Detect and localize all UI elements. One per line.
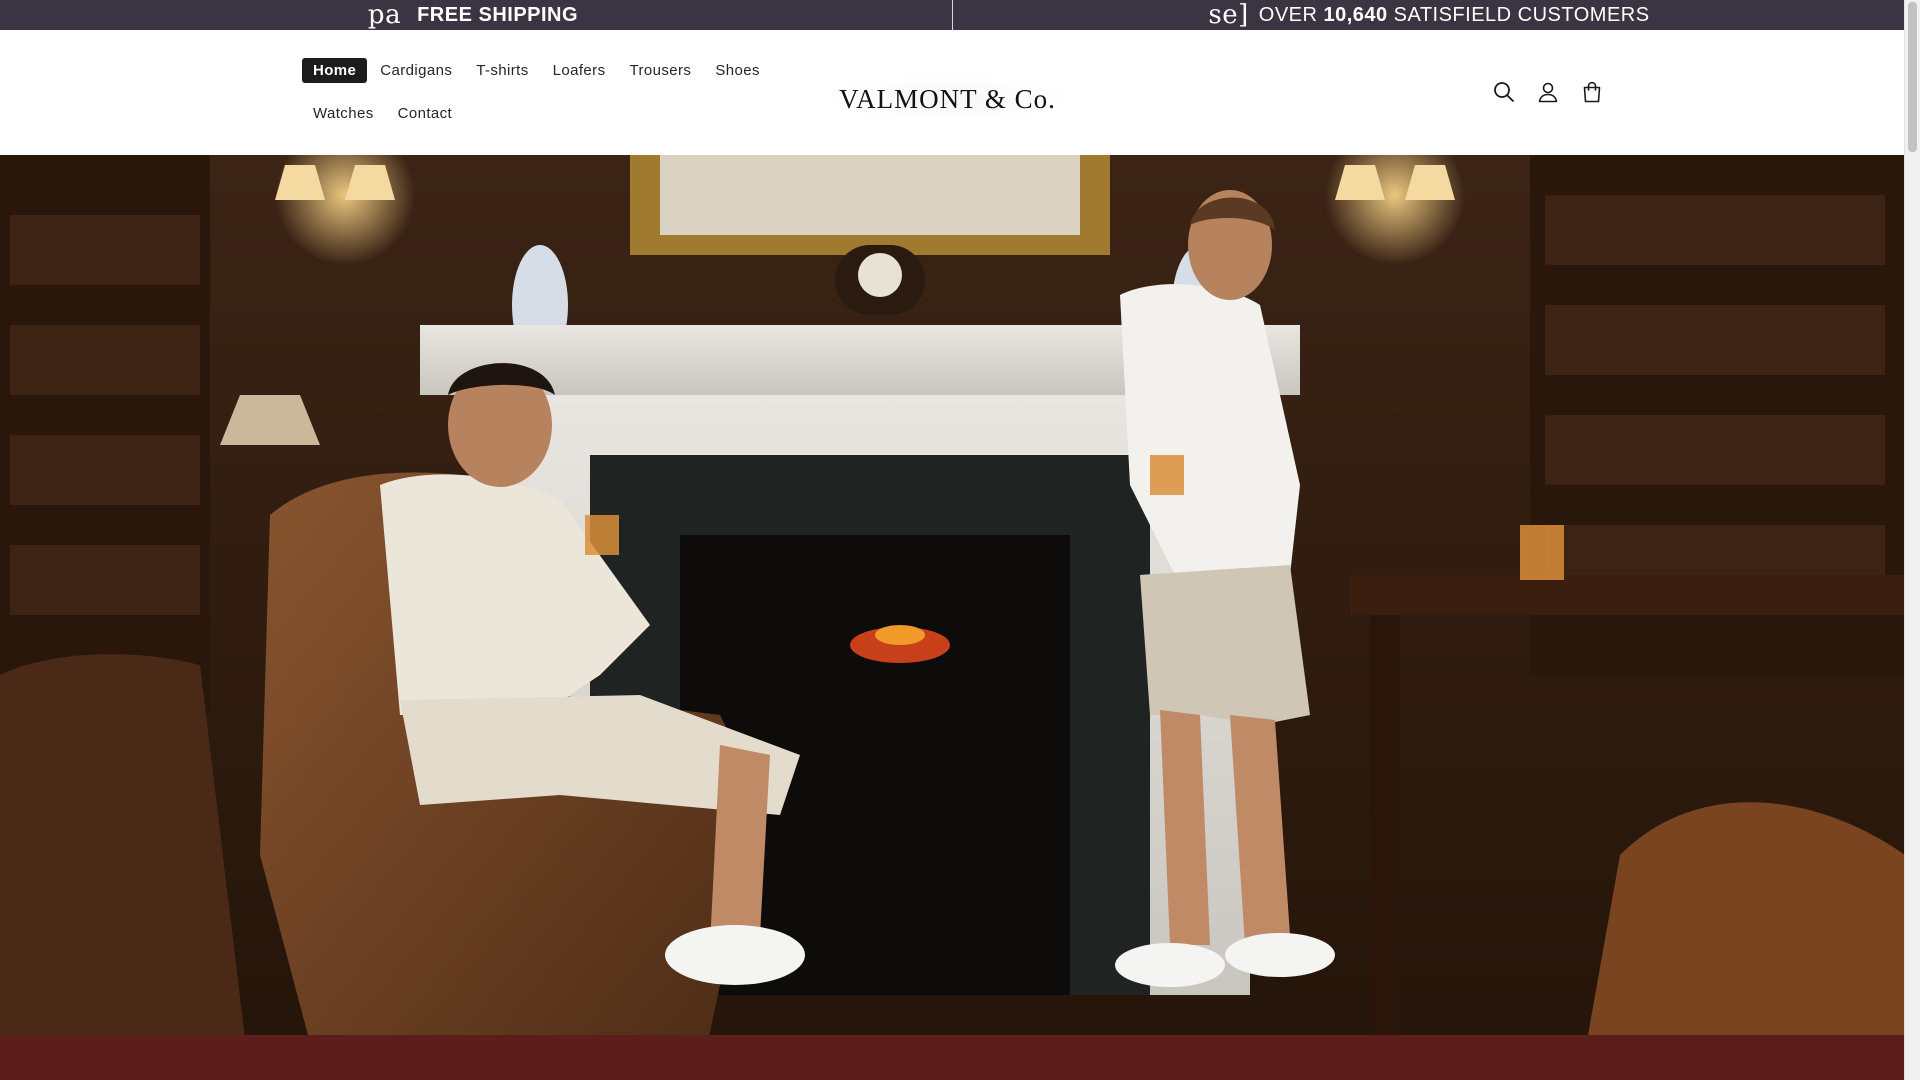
announcement-glyph: pa <box>367 0 402 30</box>
announcement-prefix: OVER <box>1258 3 1318 26</box>
announcement-free-shipping: pa FREE SHIPPING <box>0 0 952 30</box>
nav-item-contact[interactable]: Contact <box>387 101 464 126</box>
hero-illustration <box>0 155 1905 1080</box>
nav-item-loafers[interactable]: Loafers <box>542 58 617 83</box>
account-icon[interactable] <box>1534 78 1562 106</box>
announcement-text: FREE SHIPPING <box>417 3 579 26</box>
search-icon[interactable] <box>1490 78 1518 106</box>
scrollbar-thumb[interactable] <box>1908 2 1917 152</box>
hero-image <box>0 155 1905 1080</box>
cart-icon[interactable] <box>1578 78 1606 106</box>
nav-item-watches[interactable]: Watches <box>302 101 385 126</box>
brand-logo[interactable]: VALMONT & Co. <box>825 76 1070 122</box>
nav-item-cardigans[interactable]: Cardigans <box>369 58 463 83</box>
nav-item-home[interactable]: Home <box>302 58 368 83</box>
page-scrollbar[interactable] <box>1904 0 1920 1080</box>
nav-item-t-shirts[interactable]: T-shirts <box>465 58 539 83</box>
announcement-count: 10,640 <box>1323 3 1388 26</box>
announcement-bar: pa FREE SHIPPING se] OVER 10,640 SATISFI… <box>0 0 1905 30</box>
announcement-customers: se] OVER 10,640 SATISFIELD CUSTOMERS <box>952 0 1905 30</box>
site-header: Home Cardigans T-shirts Loafers Trousers… <box>0 30 1905 155</box>
announcement-suffix: SATISFIELD CUSTOMERS <box>1393 3 1650 26</box>
brand-logo-text: VALMONT & Co. <box>839 83 1056 114</box>
nav-item-shoes[interactable]: Shoes <box>704 58 771 83</box>
nav-item-trousers[interactable]: Trousers <box>618 58 702 83</box>
main-nav: Home Cardigans T-shirts Loafers Trousers… <box>302 58 782 126</box>
header-icons <box>1490 78 1606 106</box>
announcement-glyph: se] <box>1208 0 1249 30</box>
